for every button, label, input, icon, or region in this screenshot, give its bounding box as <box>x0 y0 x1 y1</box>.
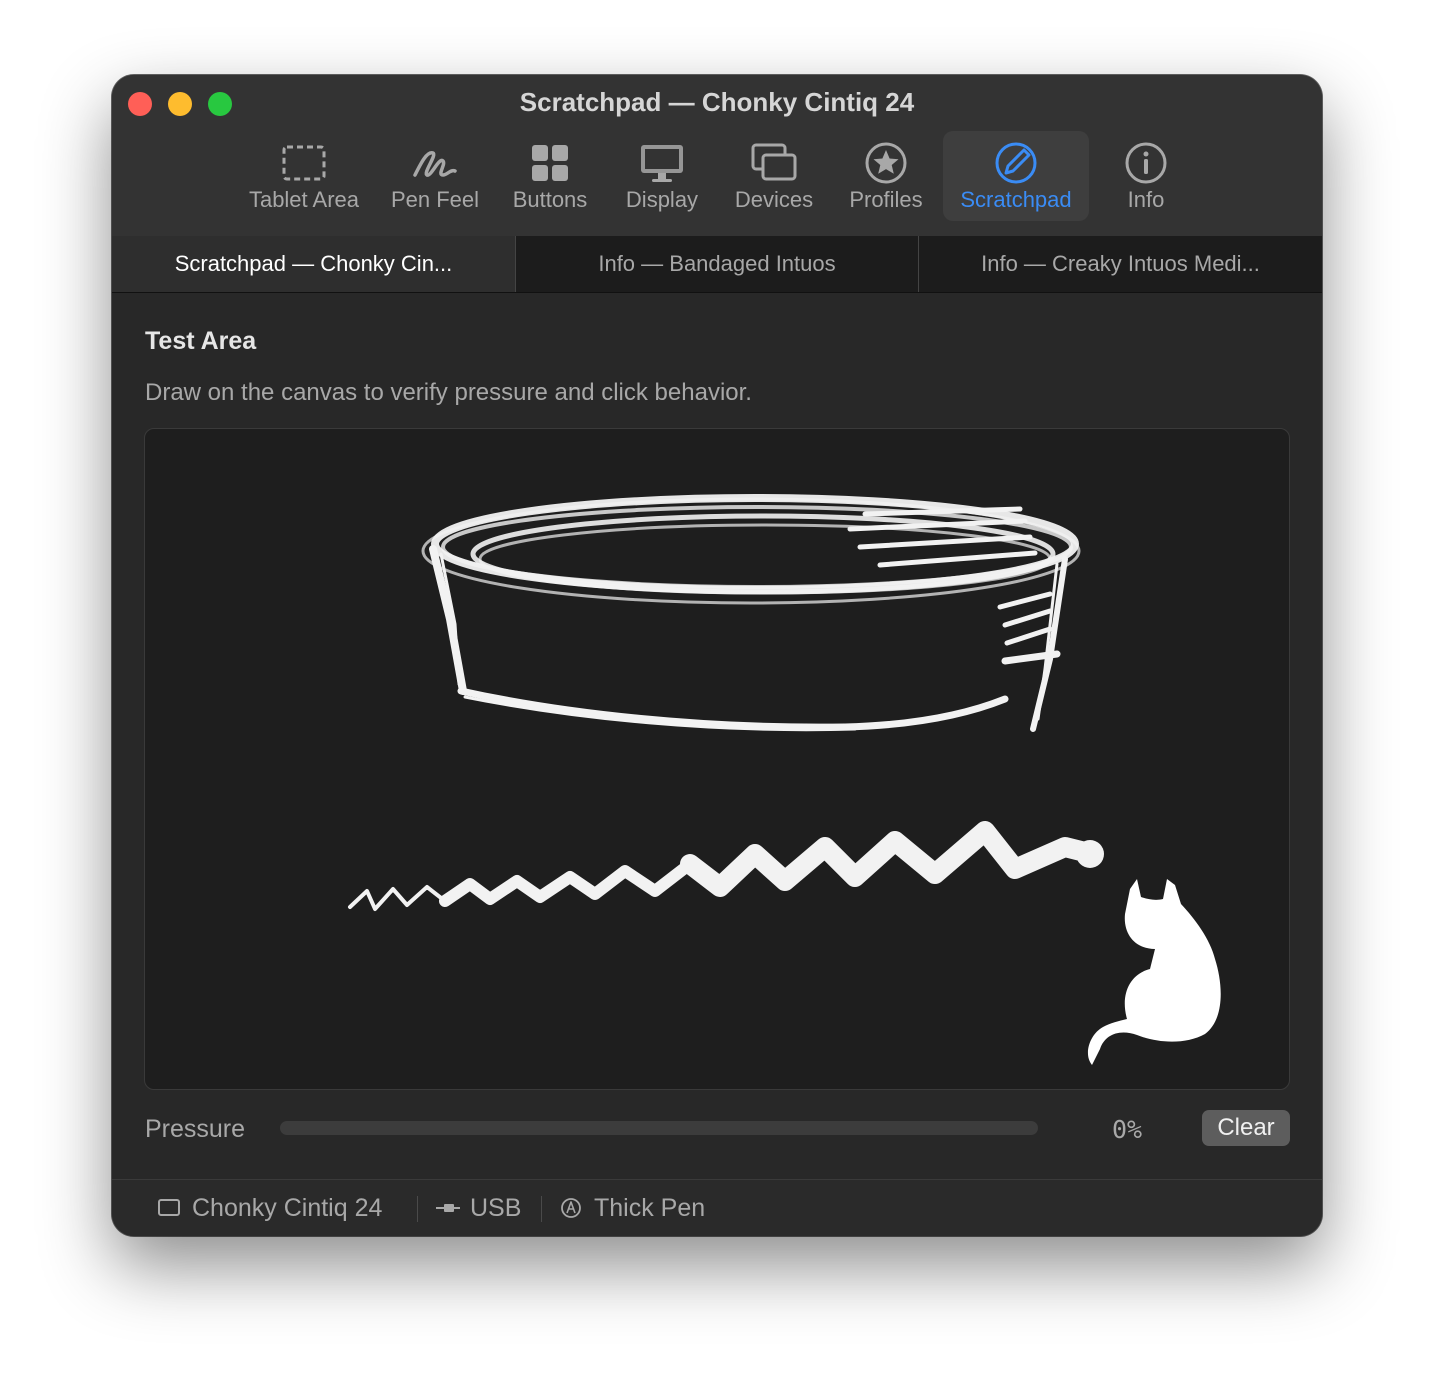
toolbar-display[interactable]: Display <box>612 131 712 221</box>
toolbar-label: Devices <box>734 187 814 212</box>
app-window: Scratchpad — Chonky Cintiq 24 Tablet Are… <box>112 75 1322 1236</box>
toolbar-pen-feel[interactable]: Pen Feel <box>380 131 490 221</box>
toolbar-label: Buttons <box>512 187 588 212</box>
toolbar-info[interactable]: Info <box>1096 131 1196 221</box>
toolbar-label: Scratchpad <box>960 187 1072 212</box>
toolbar: Tablet Area Pen Feel Buttons Display Dev… <box>112 131 1322 225</box>
toolbar-profiles[interactable]: Profiles <box>834 131 938 221</box>
buttons-grid-icon <box>532 145 568 181</box>
window-title: Scratchpad — Chonky Cintiq 24 <box>519 87 915 117</box>
tablet-icon <box>158 1199 180 1216</box>
toolbar-label: Display <box>625 187 699 212</box>
status-pen-name: Thick Pen <box>594 1194 706 1222</box>
pressure-value: 0% <box>1112 1115 1143 1144</box>
clear-button[interactable]: Clear <box>1202 1110 1290 1146</box>
tab-info-bandaged-intuos[interactable]: Info — Bandaged Intuos <box>516 236 918 292</box>
toolbar-label: Tablet Area <box>248 187 360 212</box>
drawing-canvas[interactable] <box>144 428 1290 1090</box>
toolbar-buttons[interactable]: Buttons <box>500 131 600 221</box>
cat-sketch <box>1087 879 1221 1065</box>
info-icon <box>1125 142 1167 184</box>
devices-icon <box>751 143 797 181</box>
sketch-strokes <box>348 494 1104 911</box>
star-icon <box>865 142 907 184</box>
document-tab-bar: Scratchpad — Chonky Cin... Info — Bandag… <box>112 236 1322 293</box>
scratchpad-content: Test Area Draw on the canvas to verify p… <box>112 293 1322 1179</box>
pencil-circle-icon <box>995 142 1037 184</box>
section-description: Draw on the canvas to verify pressure an… <box>145 379 752 406</box>
toolbar-scratchpad[interactable]: Scratchpad <box>943 131 1089 221</box>
pen-feel-icon <box>413 151 457 177</box>
pressure-label: Pressure <box>145 1115 246 1143</box>
tab-info-creaky-intuos[interactable]: Info — Creaky Intuos Medi... <box>919 236 1322 292</box>
tablet-area-icon <box>282 145 326 181</box>
section-title: Test Area <box>145 327 257 355</box>
pressure-meter <box>280 1121 1038 1135</box>
titlebar: Scratchpad — Chonky Cintiq 24 Tablet Are… <box>112 75 1322 236</box>
display-icon <box>641 145 683 182</box>
status-divider <box>541 1196 542 1222</box>
pen-nib-circle-icon <box>561 1198 581 1218</box>
toolbar-tablet-area[interactable]: Tablet Area <box>240 131 368 221</box>
status-divider <box>417 1196 418 1222</box>
status-device-name: Chonky Cintiq 24 <box>192 1194 383 1222</box>
toolbar-devices[interactable]: Devices <box>724 131 824 221</box>
toolbar-label: Profiles <box>849 187 923 212</box>
status-bar: Chonky Cintiq 24 USB Thick Pen <box>112 1179 1322 1236</box>
toolbar-label: Pen Feel <box>390 187 480 212</box>
canvas-drawing <box>348 494 1221 1065</box>
toolbar-label: Info <box>1127 187 1165 212</box>
usb-plug-icon <box>436 1204 460 1212</box>
status-connection-type: USB <box>470 1194 522 1222</box>
tab-scratchpad-chonky-cintiq[interactable]: Scratchpad — Chonky Cin... <box>112 236 515 292</box>
